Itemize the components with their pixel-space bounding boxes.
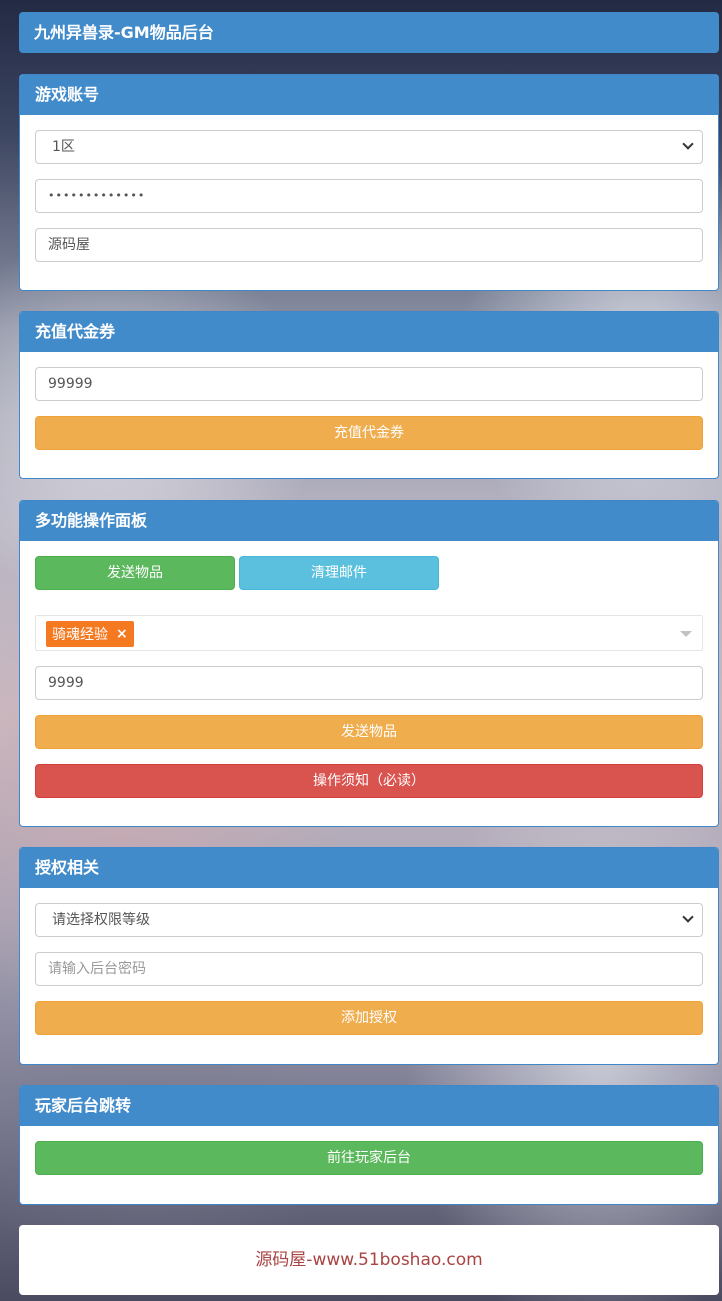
close-icon[interactable]: × <box>116 626 128 642</box>
selected-item-label: 骑魂经验 <box>52 627 108 643</box>
account-panel: 游戏账号 1区 ••••••••••••• 源码屋 <box>19 74 719 291</box>
server-select[interactable]: 1区 <box>35 130 703 164</box>
auth-panel-title: 授权相关 <box>20 848 718 888</box>
selected-item-tag: 骑魂经验 × <box>46 621 134 647</box>
server-select-value: 1区 <box>52 139 75 155</box>
player-backend-panel-title: 玩家后台跳转 <box>20 1086 718 1126</box>
permission-level-placeholder: 请选择权限等级 <box>52 912 150 928</box>
page-title: 九州异兽录-GM物品后台 <box>19 12 719 53</box>
item-multiselect[interactable]: 骑魂经验 × <box>35 615 703 651</box>
recharge-panel: 充值代金券 99999 充值代金券 <box>19 311 719 479</box>
add-authorization-button[interactable]: 添加授权 <box>35 1001 703 1035</box>
recharge-panel-title: 充值代金券 <box>20 312 718 352</box>
account-panel-title: 游戏账号 <box>20 75 718 115</box>
auth-panel: 授权相关 请选择权限等级 请输入后台密码 添加授权 <box>19 847 719 1065</box>
role-name-input[interactable]: 源码屋 <box>35 228 703 262</box>
goto-player-backend-button[interactable]: 前往玩家后台 <box>35 1141 703 1175</box>
send-items-button[interactable]: 发送物品 <box>35 715 703 749</box>
recharge-button[interactable]: 充值代金券 <box>35 416 703 450</box>
permission-level-select[interactable]: 请选择权限等级 <box>35 903 703 937</box>
dropdown-caret-icon[interactable] <box>680 631 692 637</box>
footer-text: 源码屋-www.51boshao.com <box>19 1225 719 1295</box>
tab-send-items[interactable]: 发送物品 <box>35 556 235 590</box>
tab-clear-mail[interactable]: 清理邮件 <box>239 556 439 590</box>
chevron-down-icon <box>682 138 694 150</box>
chevron-down-icon <box>682 911 694 923</box>
multi-function-panel-title: 多功能操作面板 <box>20 501 718 541</box>
player-backend-panel: 玩家后台跳转 前往玩家后台 <box>19 1085 719 1205</box>
password-input[interactable]: ••••••••••••• <box>35 179 703 213</box>
operation-notice-button[interactable]: 操作须知（必读） <box>35 764 703 798</box>
multi-function-panel: 多功能操作面板 发送物品 清理邮件 骑魂经验 × 9999 发送物品 操作须知（… <box>19 500 719 827</box>
recharge-amount-input[interactable]: 99999 <box>35 367 703 401</box>
multi-function-tabs: 发送物品 清理邮件 <box>35 556 703 590</box>
item-quantity-input[interactable]: 9999 <box>35 666 703 700</box>
admin-password-input[interactable]: 请输入后台密码 <box>35 952 703 986</box>
